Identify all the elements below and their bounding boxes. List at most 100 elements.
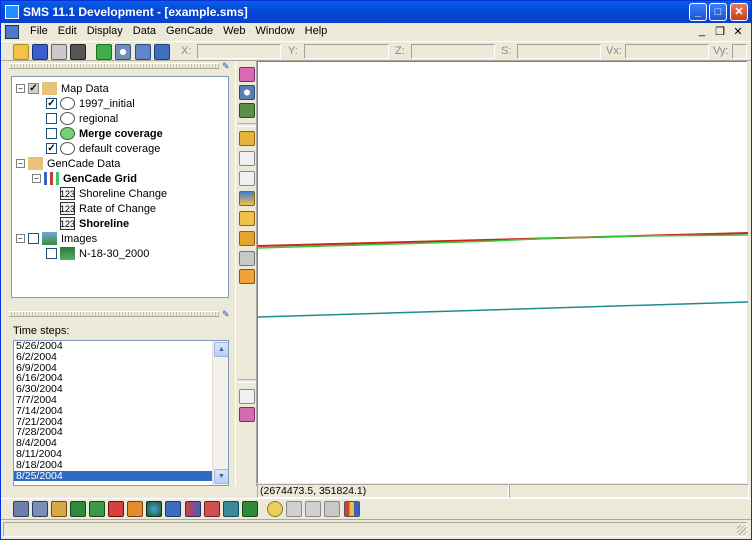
- close-button[interactable]: ✕: [730, 3, 748, 21]
- collapse-icon[interactable]: −: [32, 174, 41, 183]
- zoom-tool-icon[interactable]: [239, 85, 255, 100]
- profile-tool-icon[interactable]: [239, 251, 255, 266]
- mdi-close-button[interactable]: ✕: [731, 25, 745, 38]
- menu-help[interactable]: Help: [300, 25, 333, 37]
- tree-node-images[interactable]: − Images: [16, 231, 97, 246]
- python-icon[interactable]: [154, 44, 170, 60]
- select-cell-tool-icon[interactable]: [239, 151, 255, 166]
- tree-node-merge-coverage[interactable]: Merge coverage: [46, 126, 163, 141]
- coverage-checkbox[interactable]: ✓: [46, 143, 57, 154]
- menu-file[interactable]: File: [25, 25, 53, 37]
- collapse-icon[interactable]: −: [16, 234, 25, 243]
- create-grid-tool-icon[interactable]: [239, 131, 255, 146]
- mdi-minimize-button[interactable]: _: [695, 25, 709, 38]
- time-module-icon[interactable]: [223, 501, 239, 517]
- forward-icon[interactable]: [286, 501, 302, 517]
- tree-node-default-coverage[interactable]: ✓ default coverage: [46, 141, 160, 156]
- images-checkbox[interactable]: [28, 233, 39, 244]
- jetty-tool-icon[interactable]: [239, 231, 255, 246]
- info-icon[interactable]: [135, 44, 151, 60]
- transform-icon[interactable]: [324, 501, 340, 517]
- shoreline-tool-icon[interactable]: [239, 191, 255, 206]
- tree-node-shoreline-change[interactable]: 123 Shoreline Change: [60, 186, 167, 201]
- bar-tool-icon[interactable]: [239, 269, 255, 284]
- menu-display[interactable]: Display: [82, 25, 128, 37]
- tree-node-map-data[interactable]: − ✓ Map Data: [16, 81, 109, 96]
- plot-icon[interactable]: [344, 501, 360, 517]
- image-checkbox[interactable]: [46, 248, 57, 259]
- timesteps-scrollbar[interactable]: ▲ ▼: [212, 341, 228, 485]
- title-bar[interactable]: SMS 11.1 Development - [example.sms] _ □…: [1, 1, 751, 23]
- bulb-icon[interactable]: [267, 501, 283, 517]
- s-label: S:: [501, 45, 512, 57]
- y-field[interactable]: [304, 44, 389, 59]
- x-field[interactable]: [197, 44, 281, 59]
- tree-node-regional[interactable]: regional: [46, 111, 118, 126]
- tree-module-icon[interactable]: [165, 501, 181, 517]
- mesh-module-icon[interactable]: [13, 501, 29, 517]
- select-row-tool-icon[interactable]: [239, 171, 255, 186]
- list-item[interactable]: 8/18/2004: [14, 459, 212, 471]
- tree-node-image-n-18-30[interactable]: N-18-30_2000: [46, 246, 149, 261]
- open-icon[interactable]: [13, 44, 29, 60]
- timesteps-grip[interactable]: [9, 311, 219, 317]
- list-item[interactable]: 6/2/2004: [14, 351, 212, 363]
- save-icon[interactable]: [32, 44, 48, 60]
- z-field[interactable]: [411, 44, 495, 59]
- structure-tool-icon[interactable]: [239, 211, 255, 226]
- app-icon[interactable]: [5, 5, 19, 19]
- measure-icon[interactable]: [305, 501, 321, 517]
- menu-edit[interactable]: Edit: [53, 25, 82, 37]
- menu-gencade[interactable]: GenCade: [161, 25, 218, 37]
- tree-node-rate-of-change[interactable]: 123 Rate of Change: [60, 201, 156, 216]
- list-item[interactable]: 7/14/2004: [14, 405, 212, 417]
- menu-window[interactable]: Window: [251, 25, 300, 37]
- tree-node-gencade-grid[interactable]: − GenCade Grid: [32, 171, 137, 186]
- pan-tool-icon[interactable]: [239, 103, 255, 118]
- resize-grip-icon[interactable]: [737, 525, 747, 535]
- explorer-grip[interactable]: [9, 63, 219, 69]
- print-icon[interactable]: [51, 44, 67, 60]
- coverage-checkbox[interactable]: [46, 128, 57, 139]
- particle-module-icon[interactable]: [108, 501, 124, 517]
- coverage-checkbox[interactable]: ✓: [46, 98, 57, 109]
- graphics-window[interactable]: [257, 61, 749, 483]
- map-data-checkbox[interactable]: ✓: [28, 83, 39, 94]
- list-item-selected[interactable]: 8/25/2004: [14, 470, 212, 482]
- pin-icon[interactable]: ✎: [222, 62, 232, 71]
- vx-field[interactable]: [625, 44, 709, 59]
- delete-icon[interactable]: [70, 44, 86, 60]
- scroll-down-icon[interactable]: ▼: [214, 469, 228, 484]
- measure-tool-icon[interactable]: [239, 389, 255, 404]
- quadtree-module-icon[interactable]: [51, 501, 67, 517]
- pin-icon[interactable]: ✎: [222, 310, 232, 319]
- refresh-icon[interactable]: [96, 44, 112, 60]
- zoom-icon[interactable]: [115, 44, 131, 60]
- model-module-icon[interactable]: [204, 501, 220, 517]
- gencade-module-icon[interactable]: [185, 501, 201, 517]
- scroll-up-icon[interactable]: ▲: [214, 342, 228, 357]
- annotation-tool-icon[interactable]: [239, 407, 255, 422]
- mdi-restore-button[interactable]: ❐: [713, 25, 727, 38]
- timesteps-list[interactable]: 5/26/2004 6/2/2004 6/9/2004 6/16/2004 6/…: [13, 340, 229, 486]
- coverage-checkbox[interactable]: [46, 113, 57, 124]
- document-icon[interactable]: [5, 25, 19, 39]
- s-field[interactable]: [517, 44, 601, 59]
- tree-node-gencade-data[interactable]: − GenCade Data: [16, 156, 120, 171]
- tree-node-1997-initial[interactable]: ✓ 1997_initial: [46, 96, 135, 111]
- map-module-icon[interactable]: [127, 501, 143, 517]
- image-module-icon[interactable]: [242, 501, 258, 517]
- gis-module-icon[interactable]: [146, 501, 162, 517]
- select-tool-icon[interactable]: [239, 67, 255, 82]
- minimize-button[interactable]: _: [689, 3, 707, 21]
- menu-data[interactable]: Data: [128, 25, 161, 37]
- cartesian-module-icon[interactable]: [32, 501, 48, 517]
- collapse-icon[interactable]: −: [16, 84, 25, 93]
- grid-module-icon[interactable]: [70, 501, 86, 517]
- collapse-icon[interactable]: −: [16, 159, 25, 168]
- maximize-button[interactable]: □: [709, 3, 727, 21]
- tree-node-shoreline[interactable]: 123 Shoreline: [60, 216, 129, 231]
- menu-web[interactable]: Web: [218, 25, 250, 37]
- vy-field[interactable]: [732, 44, 747, 59]
- scatter-module-icon[interactable]: [89, 501, 105, 517]
